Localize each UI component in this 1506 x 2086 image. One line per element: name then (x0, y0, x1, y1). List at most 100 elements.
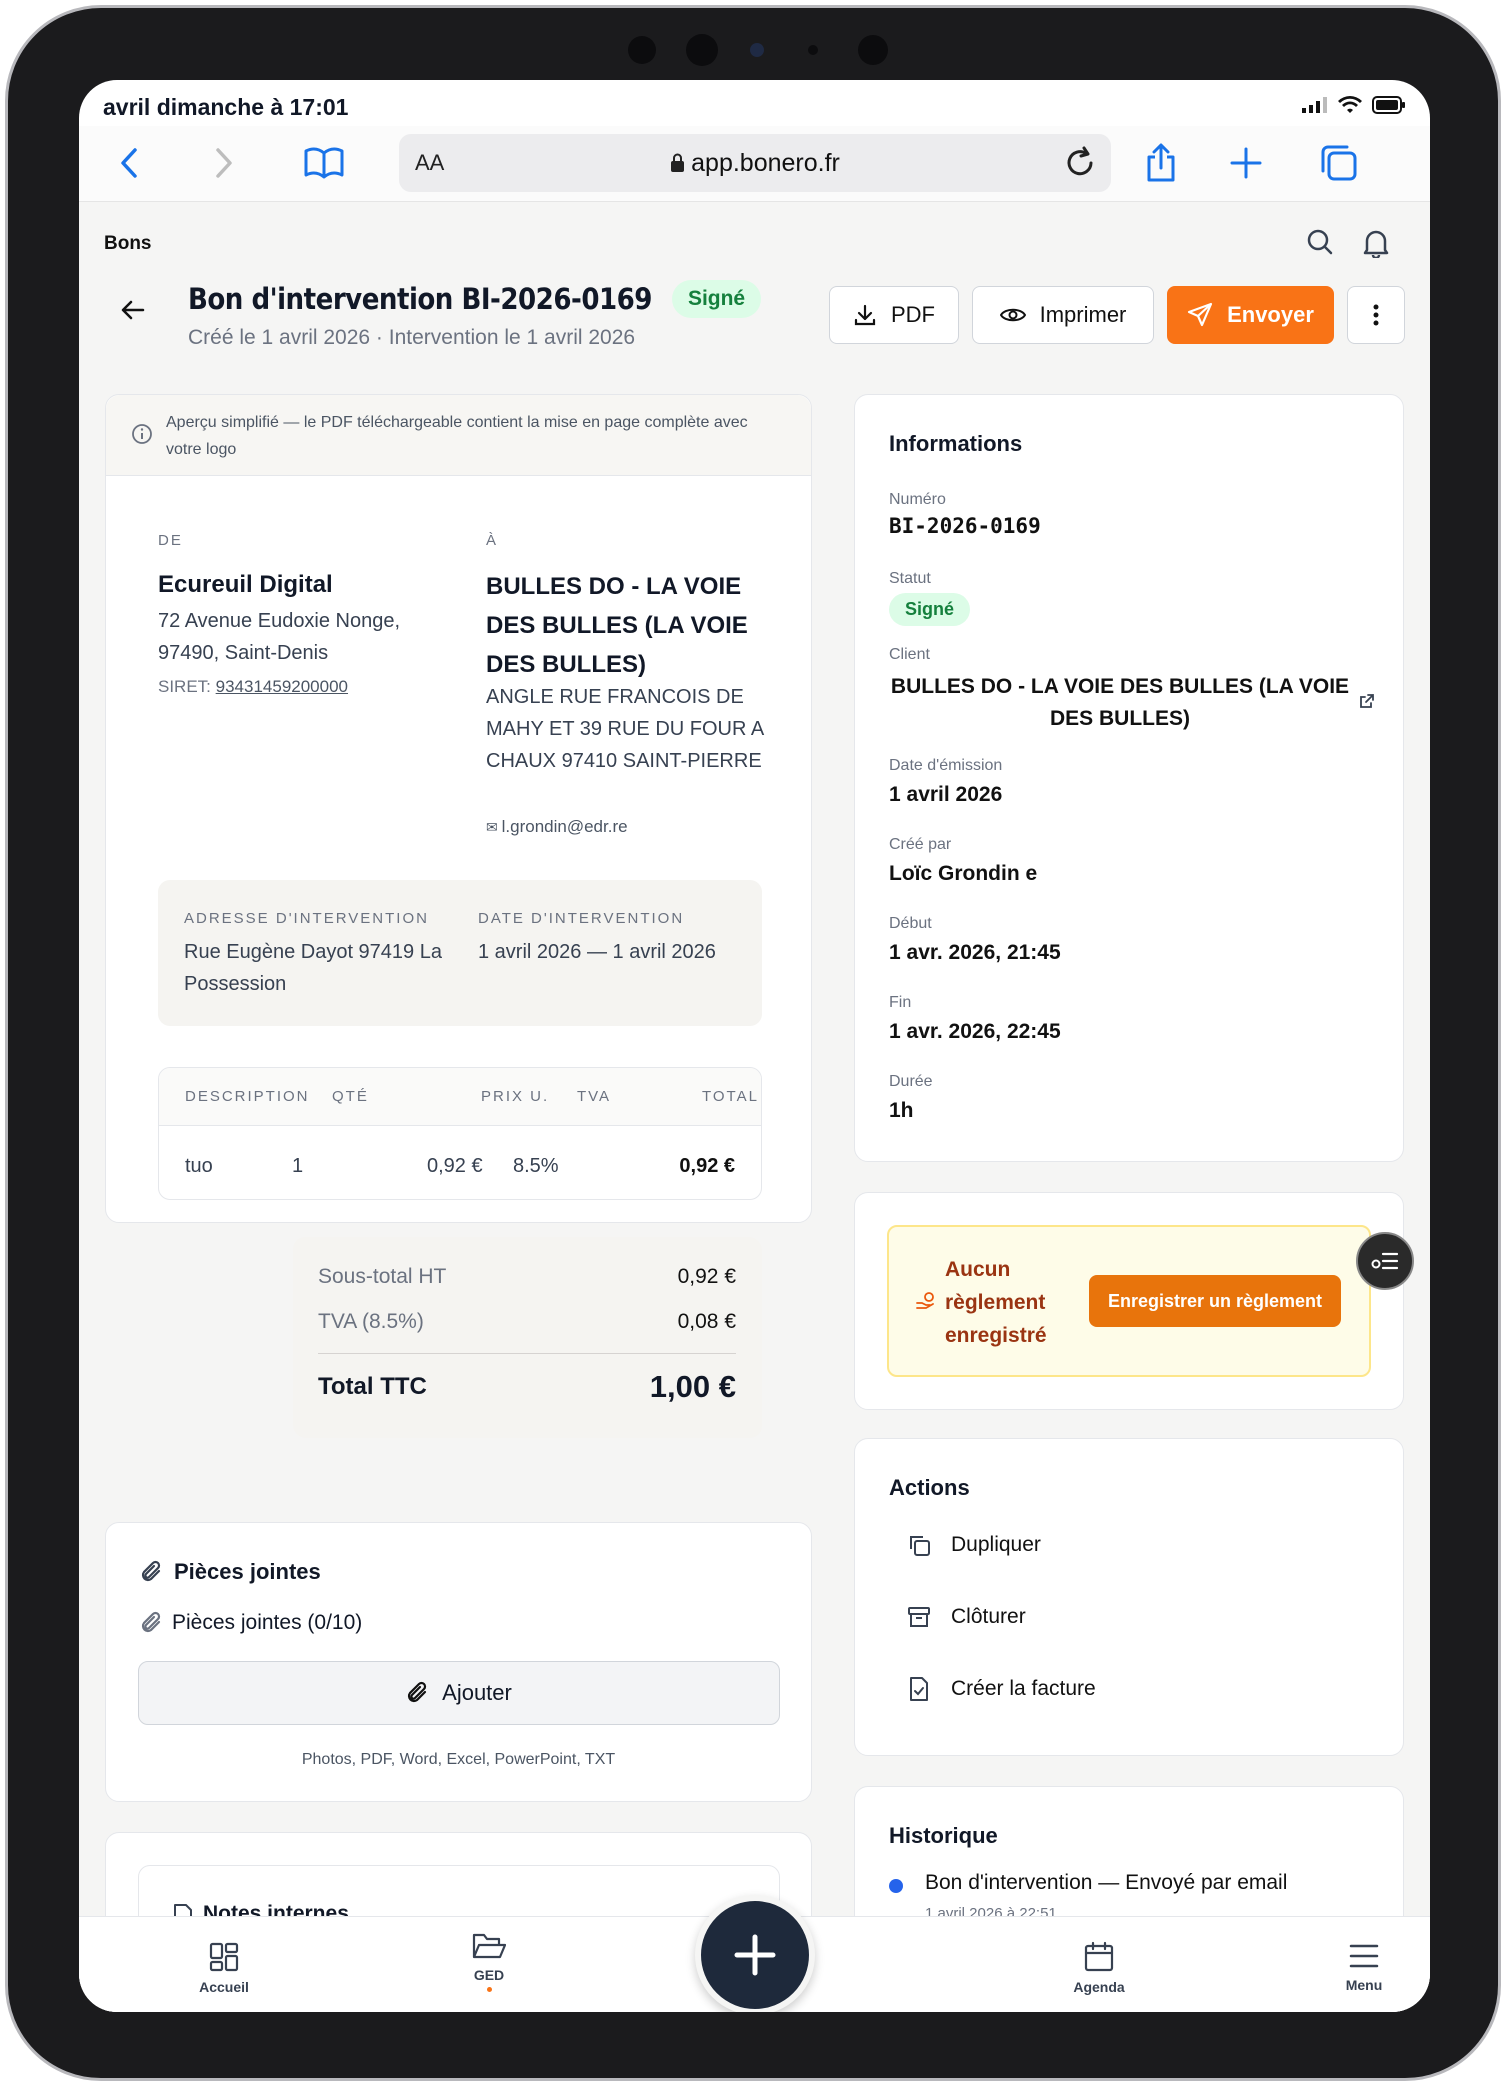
browser-back-button[interactable] (104, 138, 154, 188)
actions-title: Actions (889, 1475, 970, 1500)
attachments-count: Pièces jointes (0/10) (140, 1611, 362, 1635)
info-title: Informations (889, 431, 1023, 456)
browser-forward-button[interactable] (199, 138, 249, 188)
url-bar[interactable]: AA app.bonero.fr (399, 134, 1111, 192)
sensor-right (858, 35, 888, 65)
plus-icon (1230, 147, 1262, 179)
camera (686, 34, 718, 66)
status-time: avril dimanche à 17:01 (103, 94, 349, 120)
print-button[interactable]: Imprimer (972, 286, 1154, 344)
notifications-button[interactable] (1362, 228, 1390, 263)
mail-icon: ✉ (486, 819, 502, 835)
payment-message: Aucun règlement enregistré (945, 1258, 1047, 1347)
share-icon (1147, 143, 1175, 182)
cell-description: tuo (185, 1155, 213, 1177)
statut-label: Statut (889, 570, 931, 587)
duration-label: Durée (889, 1073, 933, 1090)
page-title: Bon d'intervention BI-2026-0169 (188, 282, 652, 316)
chevron-left-icon (121, 148, 137, 178)
plus-icon (734, 1934, 776, 1976)
app-content: Bons Bon d'intervention BI-2026-0169 Sig… (79, 202, 1430, 2012)
menu-icon (1349, 1944, 1379, 1968)
total-label: Total TTC (318, 1373, 427, 1400)
end-value: 1 avr. 2026, 22:45 (889, 1020, 1061, 1043)
search-icon (1307, 229, 1333, 255)
client-link[interactable]: BULLES DO - LA VOIE DES BULLES (LA VOIE … (889, 671, 1351, 735)
cell-vat: 8.5% (513, 1155, 559, 1177)
start-label: Début (889, 915, 932, 932)
browser-toolbar: AA app.bonero.fr (79, 126, 1430, 202)
url-value: app.bonero.fr (691, 149, 840, 177)
duration-value: 1h (889, 1099, 914, 1122)
back-button[interactable] (121, 298, 145, 327)
search-button[interactable] (1306, 228, 1334, 263)
to-address: ANGLE RUE FRANCOIS DE MAHY ET 39 RUE DU … (486, 686, 764, 772)
history-entry-title: Bon d'intervention — Envoyé par email (925, 1871, 1288, 1894)
tabs-button[interactable] (1314, 138, 1364, 188)
paperclip-icon (141, 1611, 161, 1633)
copy-icon (910, 1536, 930, 1556)
chevron-right-icon (216, 148, 232, 178)
print-label: Imprimer (1039, 302, 1127, 327)
nav-menu[interactable]: Menu (1304, 1931, 1424, 1993)
nav-ged-label: GED (473, 1967, 505, 1983)
reload-button[interactable] (1063, 143, 1099, 188)
status-bar: avril dimanche à 17:01 (79, 80, 1430, 126)
duplicate-action[interactable]: Dupliquer (907, 1533, 1041, 1557)
nav-agenda[interactable]: Agenda (1039, 1931, 1159, 1995)
to-email: ✉ l.grondin@edr.re (486, 817, 628, 837)
add-attachment-label: Ajouter (442, 1680, 512, 1705)
more-vertical-icon (1373, 304, 1379, 326)
bell-icon (1363, 230, 1389, 260)
cell-unit-price: 0,92 € (427, 1155, 483, 1177)
battery-icon (1372, 96, 1405, 114)
intervention-date-label: DATE D'INTERVENTION (478, 910, 685, 927)
new-tab-button[interactable] (1221, 138, 1271, 188)
camera-lens (750, 43, 764, 57)
add-attachment-button[interactable]: Ajouter (138, 1661, 780, 1725)
floating-menu-button[interactable] (1356, 1232, 1414, 1290)
nav-ged[interactable]: GED (429, 1931, 549, 1992)
archive-icon (908, 1607, 930, 1627)
send-button[interactable]: Envoyer (1167, 286, 1334, 344)
nav-accueil[interactable]: Accueil (164, 1931, 284, 1995)
emission-label: Date d'émission (889, 757, 1003, 774)
pdf-label: PDF (891, 302, 935, 327)
title-row: Bon d'intervention BI-2026-0169 Signé (188, 280, 762, 318)
breadcrumb[interactable]: Bons (104, 233, 152, 255)
register-payment-button[interactable]: Enregistrer un règlement (1089, 1275, 1341, 1327)
created-by-label: Créé par (889, 836, 952, 853)
intervention-address: Rue Eugène Dayot 97419 La Possession (184, 941, 442, 995)
vat-label: TVA (8.5%) (318, 1310, 424, 1333)
more-options-button[interactable] (1347, 286, 1405, 344)
bookmarks-button[interactable] (299, 138, 349, 188)
payment-card: Aucun règlement enregistré Enregistrer u… (854, 1192, 1404, 1410)
cell-total: 0,92 € (679, 1155, 735, 1177)
nav-accueil-label: Accueil (199, 1979, 249, 1995)
create-fab-button[interactable] (695, 1895, 815, 2012)
list-filter-icon (1371, 1252, 1399, 1270)
status-badge: Signé (671, 280, 762, 318)
send-icon (1187, 302, 1213, 327)
share-button[interactable] (1136, 138, 1186, 188)
external-link-icon[interactable] (1359, 693, 1375, 709)
folder-open-icon (472, 1933, 506, 1959)
emission-value: 1 avril 2026 (889, 783, 1003, 806)
created-by-value: Loïc Grondin e (889, 862, 1038, 885)
accepted-formats: Photos, PDF, Word, Excel, PowerPoint, TX… (301, 1751, 616, 1768)
grid-icon (209, 1942, 239, 1972)
create-invoice-action[interactable]: Créer la facture (907, 1676, 1096, 1702)
info-icon (132, 424, 152, 444)
statut-badge: Signé (889, 593, 971, 626)
siret-link[interactable]: 93431459200000 (216, 677, 348, 696)
send-label: Envoyer (1227, 302, 1314, 327)
close-action[interactable]: Clôturer (907, 1605, 1026, 1629)
col-qty: QTÉ (332, 1088, 369, 1105)
attachments-header: Pièces jointes (140, 1559, 321, 1585)
page-subtitle: Créé le 1 avril 2026 · Intervention le 1… (188, 326, 636, 349)
download-pdf-button[interactable]: PDF (829, 286, 959, 344)
signal-icon (1302, 97, 1327, 113)
wifi-icon (1338, 96, 1362, 113)
col-total: TOTAL (702, 1088, 759, 1105)
to-email-value[interactable]: l.grondin@edr.re (502, 817, 628, 836)
